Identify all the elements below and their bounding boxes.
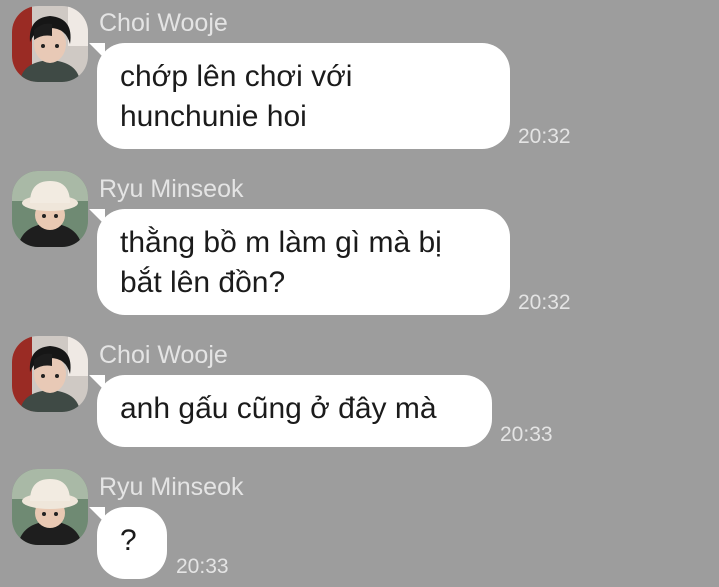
profile-photo-bucket-hat-icon (12, 171, 88, 247)
sender-name: Ryu Minseok (99, 473, 244, 501)
timestamp: 20:33 (176, 555, 229, 578)
bubble-tail (89, 43, 105, 59)
message-text: hunchunie hoi (120, 100, 307, 133)
message-bubble[interactable]: chớp lên chơi với hunchunie hoi (89, 43, 510, 149)
avatar[interactable] (12, 336, 88, 412)
message-text: chớp lên chơi với (120, 60, 353, 93)
bubble-tail (89, 209, 105, 225)
message-bubble[interactable]: thằng bồ m làm gì mà bị bắt lên đồn? (89, 209, 510, 315)
profile-photo-dark-hair-icon (12, 336, 88, 412)
bubble-tail (89, 375, 105, 391)
message-text: anh gấu cũng ở đây mà (120, 392, 437, 425)
sender-name: Choi Wooje (99, 341, 228, 369)
message-text: ? (120, 524, 137, 557)
avatar[interactable] (12, 469, 88, 545)
timestamp: 20:33 (500, 423, 553, 446)
sender-name: Choi Wooje (99, 9, 228, 37)
sender-name: Ryu Minseok (99, 175, 244, 203)
message-bubble[interactable]: ? (89, 507, 167, 579)
message-bubble[interactable]: anh gấu cũng ở đây mà (89, 375, 492, 447)
avatar[interactable] (12, 171, 88, 247)
bubble-tail (89, 507, 105, 523)
profile-photo-dark-hair-icon (12, 6, 88, 82)
message-text: bắt lên đồn? (120, 266, 286, 299)
timestamp: 20:32 (518, 291, 571, 314)
timestamp: 20:32 (518, 125, 571, 148)
message-text: thằng bồ m làm gì mà bị (120, 226, 442, 259)
avatar[interactable] (12, 6, 88, 82)
profile-photo-bucket-hat-icon (12, 469, 88, 545)
